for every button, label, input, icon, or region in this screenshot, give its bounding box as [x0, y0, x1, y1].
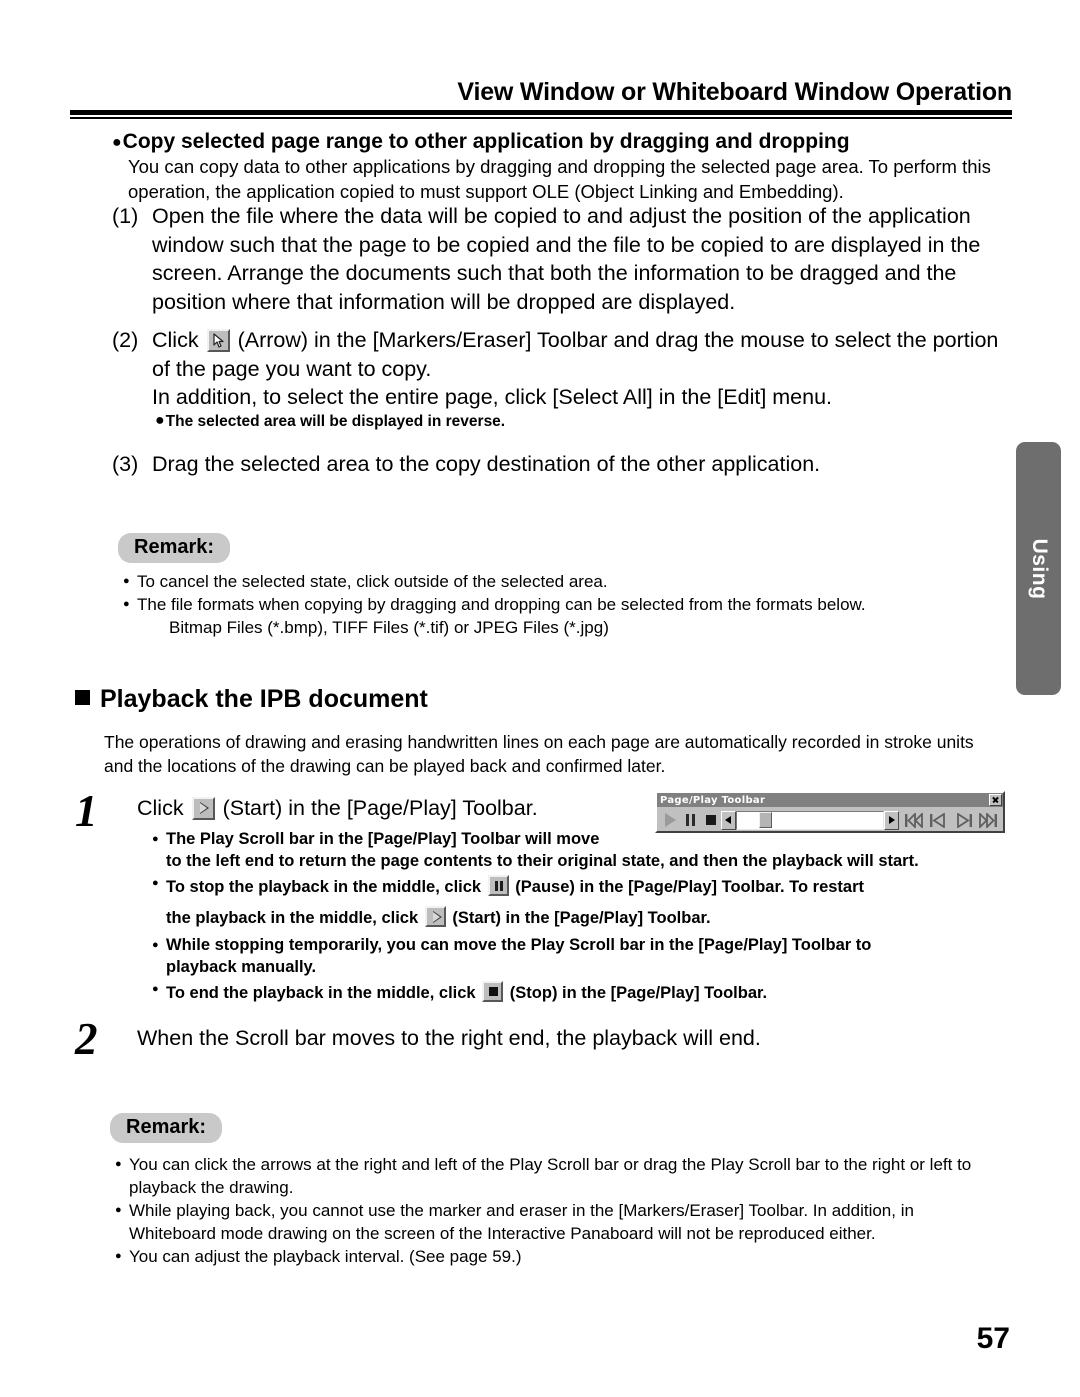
page-play-toolbar[interactable]: Page/Play Toolbar [655, 791, 1005, 833]
play-icon[interactable] [424, 906, 446, 927]
playback-remark-1-line-2: playback the drawing. [129, 1178, 294, 1197]
arrow-cursor-icon[interactable] [206, 329, 230, 352]
note-2-line-2: the playback in the middle, click (Start… [152, 903, 1032, 934]
stop-button[interactable] [701, 810, 721, 830]
note-1-line-2: to the left end to return the page conte… [166, 852, 919, 870]
play-icon[interactable] [191, 797, 215, 820]
pause-icon[interactable] [487, 875, 509, 896]
playback-remark-2-line-2: Whiteboard mode drawing on the screen of… [129, 1224, 876, 1243]
playback-step-1-text: Click (Start) in the [Page/Play] Toolbar… [137, 794, 617, 823]
remark-copy-formats: Bitmap Files (*.bmp), TIFF Files (*.tif)… [169, 618, 609, 637]
playback-section-heading: Playback the IPB document [75, 685, 428, 714]
list-item: To stop the playback in the middle, clic… [152, 872, 1032, 903]
note-4-line-1-before: To end the playback in the middle, click [166, 984, 476, 1002]
copy-step-2: (2) Click (Arrow) in the [Markers/Eraser… [112, 326, 1017, 412]
playback-step-1-notes: The Play Scroll bar in the [Page/Play] T… [152, 828, 1032, 1009]
copy-step-1-number: (1) [112, 204, 139, 228]
list-item: While stopping temporarily, you can move… [152, 934, 1032, 956]
copy-step-1: (1) Open the file where the data will be… [112, 202, 1012, 316]
first-page-button[interactable] [901, 810, 926, 830]
note-2-line-2-before: the playback in the middle, click [166, 909, 419, 927]
list-item: To cancel the selected state, click outs… [123, 570, 1013, 593]
playback-remark-3-line-1: You can adjust the playback interval. (S… [129, 1247, 522, 1266]
playback-remark-1-line-1: You can click the arrows at the right an… [129, 1155, 972, 1174]
playback-step-1-text-before: Click [137, 796, 184, 820]
bullet-dot-icon: ● [112, 134, 122, 151]
copy-section-heading: ●Copy selected page range to other appli… [112, 130, 850, 153]
remark-badge-copy: Remark: [118, 533, 231, 563]
stop-icon[interactable] [482, 981, 504, 1002]
note-2-line-1-after: (Pause) in the [Page/Play] Toolbar. To r… [515, 878, 865, 896]
note-2-line-2-after: (Start) in the [Page/Play] Toolbar. [452, 909, 711, 927]
square-bullet-icon [75, 690, 90, 705]
playback-section-intro: The operations of drawing and erasing ha… [104, 732, 974, 776]
list-item: To end the playback in the middle, click… [152, 978, 1032, 1009]
scroll-thumb[interactable] [759, 811, 772, 828]
side-tab-label: Using [1027, 538, 1051, 599]
list-item: You can adjust the playback interval. (S… [115, 1245, 1020, 1268]
close-icon[interactable] [989, 794, 1002, 806]
play-button[interactable] [661, 810, 681, 830]
side-tab-using: Using [1016, 442, 1061, 695]
next-page-button[interactable] [951, 810, 976, 830]
previous-page-button[interactable] [926, 810, 951, 830]
note-3-line-1: While stopping temporarily, you can move… [166, 936, 872, 954]
list-item: The file formats when copying by draggin… [123, 593, 1013, 616]
scroll-left-arrow-icon[interactable] [721, 810, 736, 830]
manual-page: View Window or Whiteboard Window Operati… [0, 0, 1080, 1397]
copy-step-1-text: Open the file where the data will be cop… [152, 204, 981, 314]
page-nav-group [901, 810, 1001, 830]
note-2-line-1-before: To stop the playback in the middle, clic… [166, 878, 482, 896]
copy-step-2-text-before: Click [152, 328, 199, 352]
copy-step-2-number: (2) [112, 328, 139, 352]
note-3-line-2: playback manually. [166, 958, 317, 976]
page-play-toolbar-title: Page/Play Toolbar [660, 794, 766, 806]
playback-step-2-text: When the Scroll bar moves to the right e… [137, 1026, 761, 1050]
playback-remark-2-line-1: While playing back, you cannot use the m… [129, 1201, 914, 1220]
copy-step-2-text-after: (Arrow) in the [Markers/Eraser] Toolbar … [152, 328, 999, 381]
note-4-line-1-after: (Stop) in the [Page/Play] Toolbar. [509, 984, 768, 1002]
list-item: While playing back, you cannot use the m… [115, 1199, 1020, 1222]
header-divider [70, 110, 1012, 119]
playback-step-1-number: 1 [75, 786, 98, 836]
copy-step-2-subnote: ●The selected area will be displayed in … [155, 412, 506, 430]
page-title: View Window or Whiteboard Window Operati… [457, 78, 1012, 106]
page-number: 57 [976, 1322, 1010, 1355]
remark-badge-playback: Remark: [110, 1113, 223, 1143]
play-scroll-bar[interactable] [736, 810, 884, 830]
playback-step-2-number: 2 [75, 1014, 98, 1064]
copy-step-3: (3) Drag the selected area to the copy d… [112, 450, 1012, 479]
page-play-toolbar-titlebar: Page/Play Toolbar [657, 793, 1003, 807]
scroll-right-arrow-icon[interactable] [884, 810, 899, 830]
list-item: The Play Scroll bar in the [Page/Play] T… [152, 828, 1032, 850]
remark-list-copy: To cancel the selected state, click outs… [123, 570, 1013, 639]
note-1-line-1: The Play Scroll bar in the [Page/Play] T… [166, 830, 600, 848]
copy-step-2-text-line3: In addition, to select the entire page, … [152, 385, 833, 409]
last-page-button[interactable] [976, 810, 1001, 830]
list-item: You can click the arrows at the right an… [115, 1153, 1020, 1176]
pause-button[interactable] [681, 810, 701, 830]
copy-step-3-text: Drag the selected area to the copy desti… [152, 452, 821, 476]
playback-step-1-text-after: (Start) in the [Page/Play] Toolbar. [222, 796, 538, 820]
copy-step-3-number: (3) [112, 452, 139, 476]
bullet-dot-icon: ● [155, 412, 165, 429]
remark-list-playback: You can click the arrows at the right an… [115, 1153, 1020, 1268]
copy-section-intro: You can copy data to other applications … [128, 156, 991, 202]
